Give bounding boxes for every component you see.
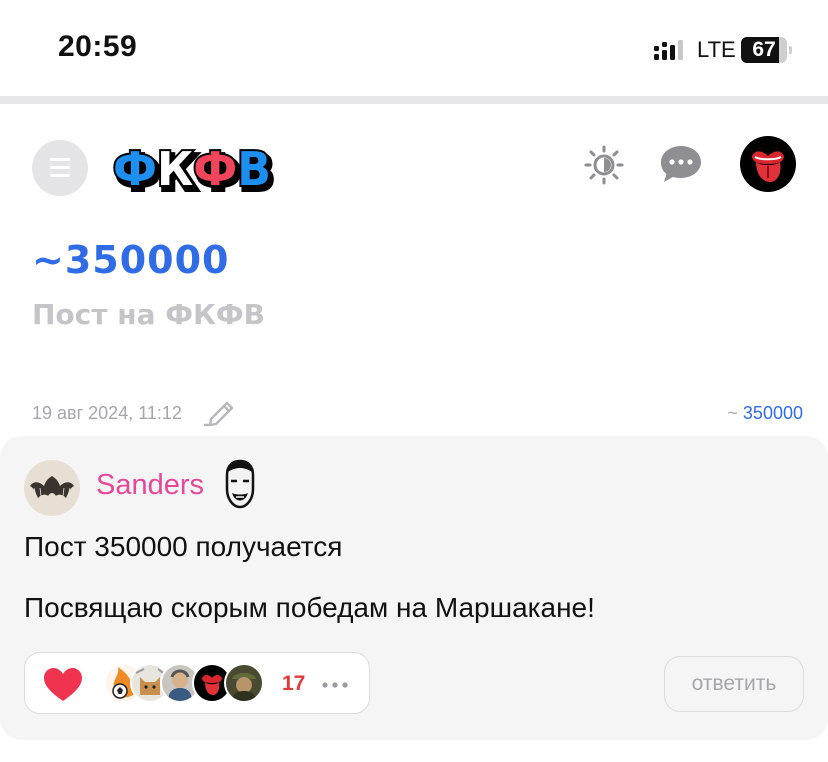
edit-pencil-icon[interactable] [203, 397, 237, 427]
menu-button[interactable] [32, 140, 88, 196]
user-avatar[interactable] [740, 136, 796, 192]
battery-icon: 67 [741, 37, 792, 63]
top-divider [0, 96, 828, 104]
battery-level: 67 [752, 38, 776, 61]
bat-icon [30, 476, 74, 498]
tongue-icon [752, 151, 784, 182]
reply-button[interactable]: ответить [664, 656, 804, 712]
author-badge-icon [225, 459, 255, 509]
theme-toggle-icon[interactable] [583, 144, 625, 186]
post-date: 19 авг 2024, 11:12 [32, 403, 182, 423]
author-name[interactable]: Sanders [96, 469, 204, 502]
author-avatar[interactable] [24, 460, 80, 516]
status-time: 20:59 [58, 30, 138, 63]
soldier-icon [232, 673, 256, 701]
tag-title: ~350000 [32, 238, 230, 282]
reactor-avatar[interactable] [224, 663, 264, 703]
post-tag-link[interactable]: ~ 350000 [727, 403, 803, 424]
tag-number: 350000 [742, 403, 803, 423]
post-text-line-1: Пост 350000 получается [24, 531, 343, 562]
chat-icon[interactable] [659, 144, 703, 184]
signal-icon [654, 40, 683, 60]
svg-text:ФКФВ: ФКФВ [113, 142, 271, 196]
like-count: 17 [282, 672, 306, 695]
post-text-line-2: Посвящаю скорым победам на Маршакане! [24, 592, 595, 623]
tag-subtitle: Пост на ФКФВ [32, 298, 265, 331]
tag-tilde: ~ [727, 403, 738, 423]
site-logo[interactable]: ФКФВ ФКФВ ФКФВ [112, 141, 274, 197]
network-type: LTE [697, 37, 736, 62]
heart-like-icon[interactable] [42, 667, 84, 703]
status-bar: 20:59 LTE 67 [0, 0, 828, 96]
more-icon[interactable] [322, 682, 348, 688]
